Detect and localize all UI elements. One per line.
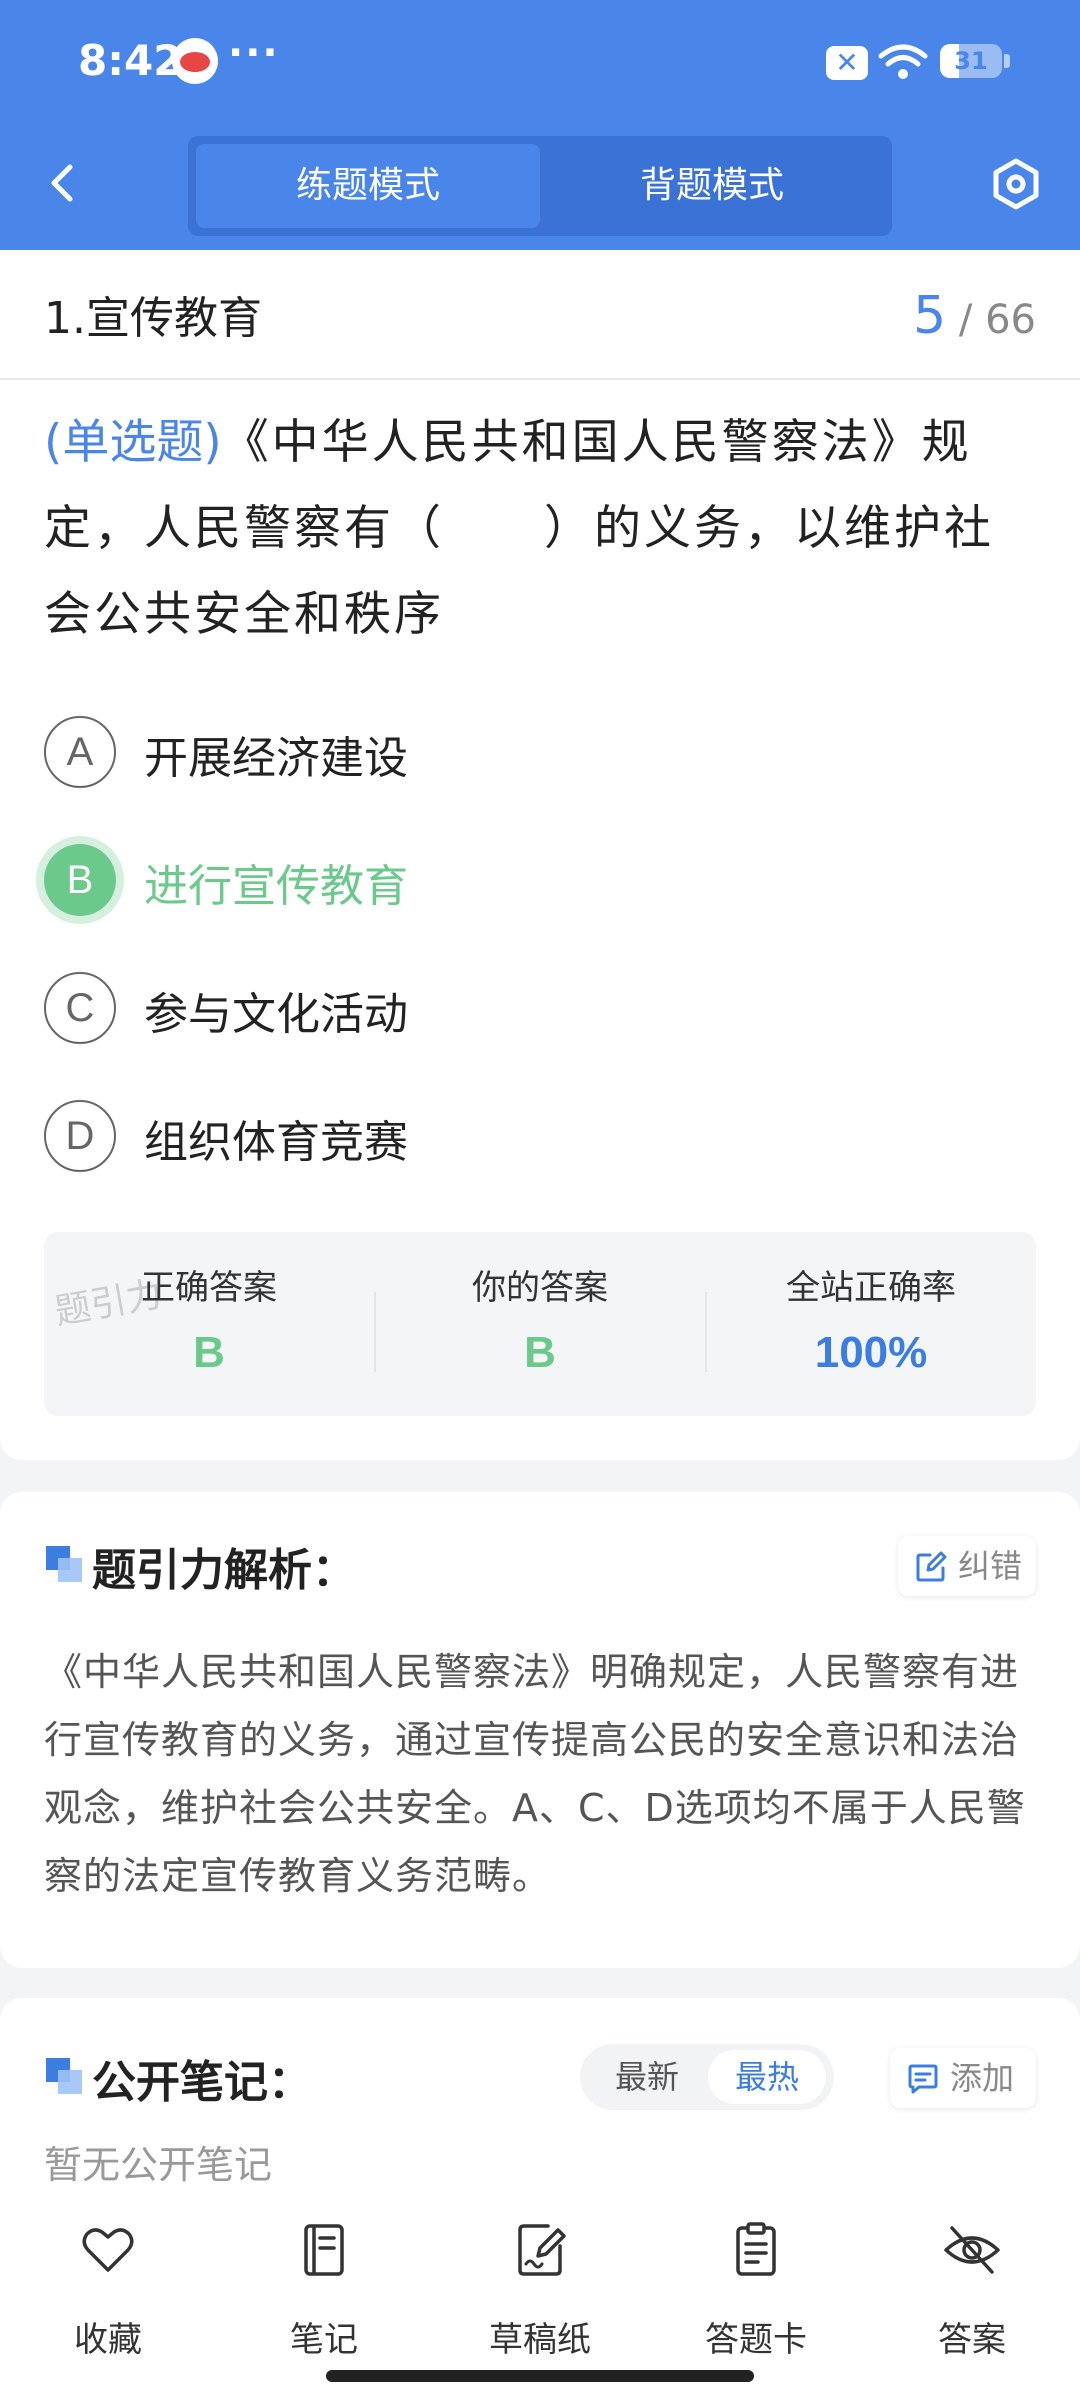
sort-newest-tab[interactable]: 最新	[588, 2050, 706, 2104]
option-letter: A	[44, 716, 116, 788]
option-letter: D	[44, 1100, 116, 1172]
section-block-icon	[46, 1546, 82, 1582]
correct-rate-value: 100%	[814, 1328, 928, 1377]
question-card: 1.宣传教育 5 / 66 (单选题)《中华人民共和国人民警察法》规定，人民警察…	[0, 250, 1080, 1460]
practice-mode-tab[interactable]: 练题模式	[196, 144, 540, 228]
answer-sheet-tab[interactable]: 答题卡	[676, 2220, 836, 2360]
option-c[interactable]: C 参与文化活动	[44, 962, 1034, 1052]
sort-hottest-tab[interactable]: 最热	[708, 2050, 826, 2104]
tab-label: 答案	[938, 2320, 1006, 2360]
favorite-tab[interactable]: 收藏	[28, 2220, 188, 2360]
progress-separator: /	[958, 297, 973, 343]
notebook-icon	[304, 2224, 344, 2276]
report-error-label: 纠错	[958, 1547, 1023, 1585]
home-indicator[interactable]	[326, 2370, 754, 2382]
settings-hex-icon[interactable]	[988, 156, 1044, 212]
add-note-label: 添加	[950, 2059, 1015, 2097]
status-time: 8:42	[78, 36, 183, 85]
comment-icon	[908, 2064, 938, 2094]
tab-label: 笔记	[290, 2320, 358, 2360]
heart-icon	[82, 2228, 134, 2272]
wifi-icon	[878, 44, 928, 79]
notebook-tab[interactable]: 笔记	[244, 2220, 404, 2360]
question-header: 1.宣传教育 5 / 66	[0, 250, 1080, 380]
battery-tip	[1004, 54, 1010, 68]
edit-icon	[916, 1551, 947, 1582]
battery-icon: 31	[940, 44, 1002, 78]
correct-answer-value: B	[193, 1328, 225, 1377]
option-letter: B	[44, 844, 116, 916]
correct-rate-column: 全站正确率 100%	[706, 1232, 1036, 1416]
correct-rate-label: 全站正确率	[786, 1268, 956, 1308]
correct-answer-column: 正确答案 B	[44, 1232, 374, 1416]
option-text: 开展经济建设	[144, 733, 408, 784]
answer-toggle-tab[interactable]: 答案	[892, 2220, 1052, 2360]
analysis-text: 《中华人民共和国人民警察法》明确规定，人民警察有进行宣传教育的义务，通过宣传提高…	[44, 1650, 1026, 1898]
section-title: 1.宣传教育	[44, 293, 262, 344]
tab-label: 草稿纸	[489, 2320, 591, 2360]
battery-level: 31	[954, 47, 988, 75]
option-b[interactable]: B 进行宣传教育	[44, 834, 1034, 924]
notification-emoji-icon	[172, 38, 218, 84]
total-questions: 66	[985, 297, 1036, 343]
option-letter: C	[44, 972, 116, 1044]
eye-off-icon	[944, 2226, 1000, 2274]
your-answer-column: 你的答案 B	[375, 1232, 705, 1416]
answer-summary: 题引力 正确答案 B 你的答案 B 全站正确率 100%	[44, 1232, 1036, 1416]
option-text: 参与文化活动	[144, 989, 408, 1040]
report-error-button[interactable]: 纠错	[898, 1536, 1036, 1596]
option-text: 组织体育竞赛	[144, 1117, 408, 1168]
current-question-number: 5	[913, 286, 947, 346]
notes-sort-toggle: 最新 最热	[580, 2044, 834, 2110]
recite-mode-tab[interactable]: 背题模式	[540, 144, 884, 228]
status-bar: 8:42 ··· ✕ 31	[0, 0, 1080, 125]
draft-paper-tab[interactable]: 草稿纸	[460, 2220, 620, 2360]
back-arrow-icon[interactable]	[36, 155, 92, 211]
option-text: 进行宣传教育	[144, 861, 408, 912]
tab-label: 收藏	[74, 2320, 142, 2360]
tab-label: 答题卡	[705, 2320, 807, 2360]
your-answer-value: B	[524, 1328, 556, 1377]
question-text: (单选题)《中华人民共和国人民警察法》规定，人民警察有（ ）的义务，以维护社会公…	[44, 400, 1040, 658]
mode-toggle: 练题模式 背题模式	[188, 136, 892, 236]
answer-sheet-icon	[736, 2222, 776, 2276]
your-answer-label: 你的答案	[472, 1268, 608, 1308]
analysis-title: 题引力解析：	[92, 1545, 356, 1596]
no-sim-icon: ✕	[826, 46, 868, 80]
public-notes-title: 公开笔记：	[92, 2057, 312, 2108]
option-a[interactable]: A 开展经济建设	[44, 706, 1034, 796]
analysis-card: 题引力解析： 纠错 《中华人民共和国人民警察法》明确规定，人民警察有进行宣传教育…	[0, 1492, 1080, 1968]
draft-paper-icon	[518, 2224, 566, 2276]
option-d[interactable]: D 组织体育竞赛	[44, 1090, 1034, 1180]
empty-notes-text: 暂无公开笔记	[44, 2143, 273, 2187]
question-type: (单选题)	[44, 415, 222, 470]
more-notifications-icon: ···	[228, 30, 280, 76]
section-block-icon	[46, 2058, 82, 2094]
correct-answer-label: 正确答案	[141, 1268, 277, 1308]
top-header: 8:42 ··· ✕ 31 练题模式 背题模式	[0, 0, 1080, 250]
question-progress[interactable]: 5 / 66	[913, 286, 1036, 346]
add-note-button[interactable]: 添加	[890, 2048, 1036, 2108]
